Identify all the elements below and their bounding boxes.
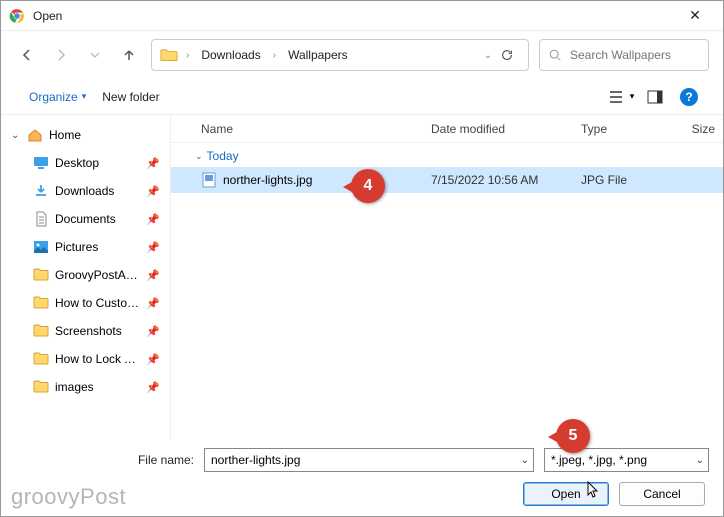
- pin-icon: 📌: [146, 381, 160, 394]
- home-icon: [27, 127, 43, 143]
- sidebar-item-groovypost[interactable]: GroovyPostArticles 📌: [1, 261, 170, 289]
- col-name[interactable]: Name: [171, 122, 431, 136]
- back-button[interactable]: [15, 43, 39, 67]
- titlebar: Open ✕: [1, 1, 723, 31]
- toolbar: Organize▾ New folder ▾ ?: [1, 79, 723, 115]
- chrome-icon: [9, 8, 25, 24]
- breadcrumb[interactable]: › Downloads › Wallpapers ⌄: [151, 39, 529, 71]
- folder-icon: [33, 323, 49, 339]
- file-row[interactable]: norther-lights.jpg 7/15/2022 10:56 AM JP…: [171, 167, 723, 193]
- col-date[interactable]: Date modified: [431, 122, 581, 136]
- sidebar-item-documents[interactable]: Documents 📌: [1, 205, 170, 233]
- help-button[interactable]: ?: [675, 85, 703, 109]
- documents-icon: [33, 211, 49, 227]
- pin-icon: 📌: [146, 269, 160, 282]
- downloads-icon: [33, 183, 49, 199]
- recent-dropdown[interactable]: [83, 43, 107, 67]
- footer: File name: ⌄ *.jpeg, *.jpg, *.png ⌄ Open…: [1, 440, 723, 516]
- col-size[interactable]: Size: [661, 122, 723, 136]
- forward-button[interactable]: [49, 43, 73, 67]
- folder-icon: [33, 267, 49, 283]
- up-button[interactable]: [117, 43, 141, 67]
- breadcrumb-downloads[interactable]: Downloads: [197, 46, 264, 64]
- sidebar-item-howtocust[interactable]: How to Customize 📌: [1, 289, 170, 317]
- pin-icon: 📌: [146, 157, 160, 170]
- chevron-down-icon: ⌄: [11, 130, 21, 141]
- chevron-down-icon: ▾: [82, 91, 87, 102]
- folder-icon: [160, 48, 178, 62]
- search-icon: [548, 48, 562, 62]
- new-folder-button[interactable]: New folder: [94, 86, 167, 108]
- column-headers: Name Date modified Type Size: [171, 115, 723, 143]
- filename-label: File name:: [138, 453, 194, 467]
- file-date: 7/15/2022 10:56 AM: [431, 173, 581, 187]
- pin-icon: 📌: [146, 185, 160, 198]
- sidebar-item-pictures[interactable]: Pictures 📌: [1, 233, 170, 261]
- callout-5: 5: [556, 419, 590, 453]
- pin-icon: 📌: [146, 353, 160, 366]
- pin-icon: 📌: [146, 325, 160, 338]
- body: ⌄ Home Desktop 📌 Downloads 📌 Documents 📌: [1, 115, 723, 440]
- chevron-down-icon: ⌄: [195, 151, 203, 162]
- file-type: JPG File: [581, 173, 661, 187]
- chevron-down-icon[interactable]: ⌄: [521, 455, 529, 466]
- sidebar-item-screenshots[interactable]: Screenshots 📌: [1, 317, 170, 345]
- search-box[interactable]: [539, 39, 709, 71]
- pin-icon: 📌: [146, 213, 160, 226]
- view-list-button[interactable]: ▾: [607, 85, 635, 109]
- close-button[interactable]: ✕: [675, 7, 715, 24]
- file-panel: Name Date modified Type Size ⌄ Today nor…: [171, 115, 723, 440]
- window-title: Open: [33, 9, 675, 23]
- pictures-icon: [33, 239, 49, 255]
- sidebar-item-howtolock[interactable]: How to Lock Apps 📌: [1, 345, 170, 373]
- refresh-button[interactable]: [500, 48, 520, 62]
- organize-button[interactable]: Organize▾: [21, 86, 94, 108]
- open-dialog: Open ✕ › Downloads › Wallpapers ⌄ Organi…: [0, 0, 724, 517]
- chevron-right-icon: ›: [186, 50, 189, 61]
- filename-combobox[interactable]: ⌄: [204, 448, 534, 472]
- image-file-icon: [201, 172, 217, 188]
- empty-file-area[interactable]: [171, 193, 723, 440]
- col-type[interactable]: Type: [581, 122, 661, 136]
- search-input[interactable]: [568, 47, 700, 63]
- folder-icon: [33, 379, 49, 395]
- callout-4: 4: [351, 169, 385, 203]
- filename-input[interactable]: [205, 453, 533, 467]
- open-button[interactable]: Open: [523, 482, 609, 506]
- nav-row: › Downloads › Wallpapers ⌄: [1, 31, 723, 79]
- sidebar-home[interactable]: ⌄ Home: [1, 121, 170, 149]
- chevron-down-icon[interactable]: ⌄: [696, 455, 704, 466]
- folder-icon: [33, 295, 49, 311]
- sidebar-item-downloads[interactable]: Downloads 📌: [1, 177, 170, 205]
- preview-pane-button[interactable]: [641, 85, 669, 109]
- pin-icon: 📌: [146, 297, 160, 310]
- chevron-down-icon[interactable]: ⌄: [484, 50, 492, 61]
- folder-icon: [33, 351, 49, 367]
- desktop-icon: [33, 155, 49, 171]
- file-group-today[interactable]: ⌄ Today: [171, 143, 723, 167]
- chevron-right-icon: ›: [273, 50, 276, 61]
- pin-icon: 📌: [146, 241, 160, 254]
- cancel-button[interactable]: Cancel: [619, 482, 705, 506]
- sidebar: ⌄ Home Desktop 📌 Downloads 📌 Documents 📌: [1, 115, 171, 440]
- breadcrumb-wallpapers[interactable]: Wallpapers: [284, 46, 352, 64]
- sidebar-item-images[interactable]: images 📌: [1, 373, 170, 401]
- sidebar-item-desktop[interactable]: Desktop 📌: [1, 149, 170, 177]
- file-name: norther-lights.jpg: [223, 173, 312, 187]
